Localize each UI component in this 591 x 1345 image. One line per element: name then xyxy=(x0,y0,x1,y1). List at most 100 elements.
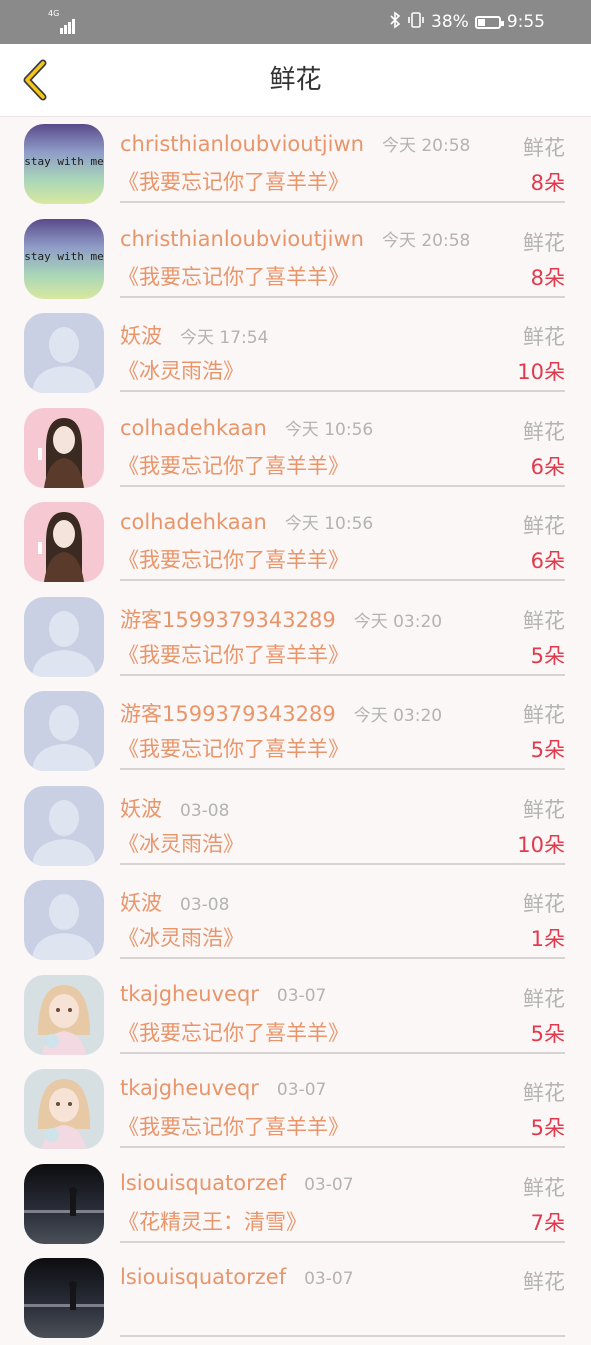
avatar[interactable] xyxy=(24,502,104,582)
user-name[interactable]: 妖波 xyxy=(120,320,162,350)
avatar[interactable] xyxy=(24,974,104,1055)
timestamp: 03-07 xyxy=(304,1174,354,1195)
avatar[interactable] xyxy=(24,691,104,771)
list-item[interactable]: colhadehkaan 今天 10:56 鲜花 《我要忘记你了喜羊羊》 6朵 xyxy=(0,400,591,495)
flower-count: 10朵 xyxy=(517,360,565,384)
flower-count: 7朵 xyxy=(530,1210,565,1235)
avatar[interactable] xyxy=(24,785,104,866)
user-name[interactable]: 妖波 xyxy=(120,887,162,917)
gift-type-label: 鲜花 xyxy=(523,1175,565,1200)
gift-type-label: 鲜花 xyxy=(523,514,565,538)
divider xyxy=(120,957,565,959)
avatar[interactable] xyxy=(24,1163,104,1244)
battery-icon xyxy=(474,15,504,29)
book-title[interactable]: 《我要忘记你了喜羊羊》 xyxy=(118,1017,349,1047)
timestamp: 03-07 xyxy=(276,1080,327,1100)
book-title[interactable]: 《冰灵雨浩》 xyxy=(118,922,244,952)
flower-count: 6朵 xyxy=(530,549,565,573)
book-title[interactable]: 《我要忘记你了喜羊羊》 xyxy=(118,261,349,291)
avatar[interactable] xyxy=(24,880,104,960)
flower-count: 5朵 xyxy=(530,1116,565,1140)
timestamp: 今天 17:54 xyxy=(180,328,269,348)
gift-type-label: 鲜花 xyxy=(523,892,565,916)
divider xyxy=(120,862,565,865)
divider xyxy=(120,295,565,298)
user-name[interactable]: lsiouisquatorzef xyxy=(120,1265,286,1289)
divider xyxy=(120,1146,565,1148)
divider xyxy=(120,390,565,392)
flower-count: 5朵 xyxy=(530,1021,565,1046)
page-title: 鲜花 xyxy=(269,65,322,95)
user-name[interactable]: colhadehkaan xyxy=(120,510,267,534)
avatar-image xyxy=(24,1069,104,1149)
user-name[interactable]: 游客1599379343289 xyxy=(120,698,336,728)
avatar[interactable] xyxy=(24,1069,104,1149)
gift-type-label: 鲜花 xyxy=(523,797,565,822)
book-title[interactable]: 《冰灵雨浩》 xyxy=(118,828,244,858)
book-title[interactable]: 《我要忘记你了喜羊羊》 xyxy=(118,1111,349,1141)
avatar-image: stay with me xyxy=(24,124,104,204)
flower-count: 10朵 xyxy=(517,832,565,857)
book-title[interactable]: 《我要忘记你了喜羊羊》 xyxy=(118,450,349,480)
list-item[interactable]: colhadehkaan 今天 10:56 鲜花 《我要忘记你了喜羊羊》 6朵 xyxy=(0,494,591,589)
list-item[interactable]: 妖波 今天 17:54 鲜花 《冰灵雨浩》 10朵 xyxy=(0,305,591,400)
book-title[interactable]: 《冰灵雨浩》 xyxy=(118,355,244,385)
gift-type-label: 鲜花 xyxy=(523,136,565,160)
list-item[interactable]: lsiouisquatorzef 03-07 鲜花 《花精灵王：清雪》 7朵 xyxy=(0,1156,591,1251)
divider xyxy=(120,768,565,770)
timestamp: 今天 10:56 xyxy=(284,419,374,440)
default-avatar-icon xyxy=(24,880,104,960)
user-name[interactable]: 妖波 xyxy=(120,793,162,823)
avatar-image xyxy=(24,407,104,488)
default-avatar-icon xyxy=(24,313,104,393)
gift-type-label: 鲜花 xyxy=(523,419,565,444)
flower-count: 6朵 xyxy=(530,454,565,479)
user-name[interactable]: colhadehkaan xyxy=(120,416,267,440)
status-bar: 4G 38% 9:55 xyxy=(0,0,591,44)
avatar[interactable] xyxy=(24,1258,104,1338)
battery-percent: 38% xyxy=(431,12,469,32)
user-name[interactable]: tkajgheuveqr xyxy=(120,1076,259,1100)
timestamp: 03-07 xyxy=(304,1269,354,1289)
avatar[interactable]: stay with me xyxy=(24,218,104,299)
list-item[interactable]: 妖波 03-08 鲜花 《冰灵雨浩》 10朵 xyxy=(0,778,591,873)
user-name[interactable]: christhianloubvioutjiwn xyxy=(120,227,364,251)
user-name[interactable]: 游客1599379343289 xyxy=(120,604,336,634)
list-item[interactable]: lsiouisquatorzef 03-07 鲜花 xyxy=(0,1250,591,1345)
list-item[interactable]: tkajgheuveqr 03-07 鲜花 《我要忘记你了喜羊羊》 5朵 xyxy=(0,967,591,1062)
list-item[interactable]: 妖波 03-08 鲜花 《冰灵雨浩》 1朵 xyxy=(0,872,591,967)
gift-type-label: 鲜花 xyxy=(523,703,565,727)
gift-type-label: 鲜花 xyxy=(523,986,565,1011)
book-title[interactable]: 《花精灵王：清雪》 xyxy=(118,1206,307,1236)
list-item[interactable]: 游客1599379343289 今天 03:20 鲜花 《我要忘记你了喜羊羊》 … xyxy=(0,683,591,778)
clock: 9:55 xyxy=(506,12,545,32)
list-item[interactable]: stay with me christhianloubvioutjiwn 今天 … xyxy=(0,211,591,306)
flower-count: 1朵 xyxy=(530,927,565,951)
book-title[interactable]: 《我要忘记你了喜羊羊》 xyxy=(118,733,349,763)
avatar[interactable] xyxy=(24,596,104,677)
timestamp: 今天 20:58 xyxy=(381,136,471,156)
divider xyxy=(120,673,565,676)
list-item[interactable]: stay with me christhianloubvioutjiwn 今天 … xyxy=(0,116,591,211)
gift-list[interactable]: stay with me christhianloubvioutjiwn 今天 … xyxy=(0,116,591,1345)
book-title[interactable]: 《我要忘记你了喜羊羊》 xyxy=(118,639,349,669)
flower-count: 5朵 xyxy=(530,643,565,668)
divider xyxy=(120,201,565,203)
default-avatar-icon xyxy=(24,785,104,866)
book-title[interactable]: 《我要忘记你了喜羊羊》 xyxy=(118,166,349,196)
nav-bar: 鲜花 xyxy=(0,44,591,117)
divider xyxy=(120,484,565,487)
user-name[interactable]: christhianloubvioutjiwn xyxy=(120,132,364,156)
book-title[interactable]: 《我要忘记你了喜羊羊》 xyxy=(118,544,349,574)
divider xyxy=(120,1240,565,1243)
user-name[interactable]: lsiouisquatorzef xyxy=(120,1171,286,1195)
avatar[interactable] xyxy=(24,407,104,488)
list-item[interactable]: tkajgheuveqr 03-07 鲜花 《我要忘记你了喜羊羊》 5朵 xyxy=(0,1061,591,1156)
avatar[interactable] xyxy=(24,313,104,393)
gift-type-label: 鲜花 xyxy=(523,230,565,255)
avatar[interactable]: stay with me xyxy=(24,124,104,204)
list-item[interactable]: 游客1599379343289 今天 03:20 鲜花 《我要忘记你了喜羊羊》 … xyxy=(0,589,591,684)
avatar-image: stay with me xyxy=(24,218,104,299)
user-name[interactable]: tkajgheuveqr xyxy=(120,982,259,1006)
divider xyxy=(120,579,565,581)
